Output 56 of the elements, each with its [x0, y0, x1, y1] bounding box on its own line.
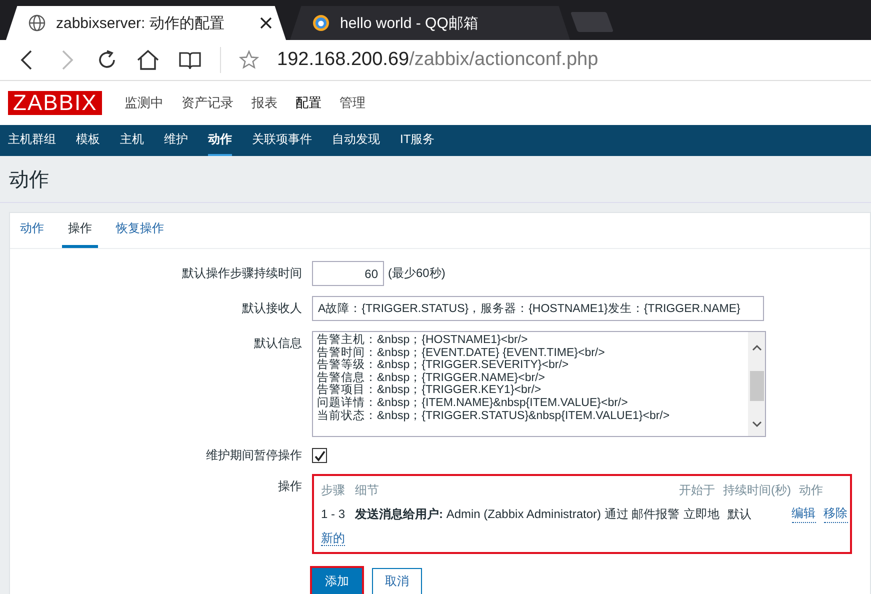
table-cell-text: 默认	[728, 506, 753, 522]
submenu-item[interactable]: 动作	[208, 125, 232, 156]
mail-logo-icon	[312, 14, 330, 32]
column-header: 持续时间(秒)	[723, 482, 792, 499]
form-tab[interactable]: 操作	[62, 213, 98, 248]
menu-item[interactable]: 管理	[339, 94, 366, 112]
globe-icon	[28, 14, 46, 32]
table-cell: 发送消息给用户: Admin (Zabbix Administrator) 通过 邮件报警	[355, 506, 680, 522]
menu-item[interactable]: 监测中	[124, 94, 164, 112]
form-button[interactable]: 取消	[372, 568, 422, 594]
browser-tab[interactable]: hello world - QQ邮箱	[290, 6, 570, 40]
new-operation-link[interactable]: 新的	[321, 531, 345, 546]
column-header: 步骤	[321, 482, 346, 499]
form-button[interactable]: 添加	[312, 568, 362, 594]
pause-checkbox[interactable]	[312, 448, 327, 463]
table-cell-text: 立即地	[684, 506, 721, 522]
scrollbar[interactable]	[748, 332, 765, 436]
zabbix-logo[interactable]: ZABBIX	[8, 91, 102, 115]
close-icon[interactable]	[260, 17, 272, 29]
submenu-item[interactable]: 主机群组	[8, 125, 56, 156]
scrollbar-thumb[interactable]	[750, 371, 764, 401]
field-label: 维护期间暂停操作	[205, 447, 302, 464]
form-tab[interactable]: 动作	[20, 213, 44, 248]
field-label: 操作	[277, 478, 302, 495]
form-tab[interactable]: 恢复操作	[116, 213, 164, 248]
submenu-item[interactable]: 模板	[76, 125, 100, 156]
field-label: 默认信息	[253, 335, 302, 352]
star-icon[interactable]	[239, 50, 259, 70]
subject-input[interactable]: A故障：{TRIGGER.STATUS}，服务器：{HOSTNAME1}发生：{TRIGGER.NAME}	[312, 296, 764, 321]
browser-tab[interactable]: zabbixserver: 动作的配置	[6, 6, 286, 40]
column-header: 开始于	[679, 482, 716, 499]
menu-item[interactable]: 报表	[251, 94, 278, 112]
table-cell-text: 1 - 3	[321, 507, 346, 521]
submenu-item[interactable]: 自动发现	[332, 125, 380, 156]
submenu-item[interactable]: 关联项事件	[252, 125, 312, 156]
column-header: 动作	[799, 482, 824, 499]
submenu-item[interactable]: IT服务	[400, 125, 435, 156]
field-label: 默认接收人	[241, 300, 302, 317]
menu-item[interactable]: 资产记录	[181, 94, 234, 112]
action-link[interactable]: 移除	[824, 505, 848, 523]
hint-text: (最少60秒)	[388, 265, 446, 282]
column-header: 细节	[355, 482, 380, 499]
submenu-item[interactable]: 维护	[164, 125, 188, 156]
page-title: 动作	[9, 168, 49, 192]
submenu-item[interactable]: 主机	[120, 125, 144, 156]
book-icon[interactable]	[178, 49, 202, 71]
scroll-up-icon[interactable]	[752, 344, 762, 352]
reload-icon[interactable]	[96, 49, 118, 71]
menu-item[interactable]: 配置	[295, 94, 322, 112]
scroll-down-icon[interactable]	[752, 420, 762, 428]
field-label: 默认操作步骤持续时间	[181, 265, 302, 282]
url-text[interactable]: 192.168.200.69/zabbix/actionconf.php	[277, 49, 598, 71]
duration-input[interactable]: 60	[312, 261, 384, 286]
action-link[interactable]: 编辑	[792, 505, 816, 523]
message-textarea[interactable]: 告警主机：&nbsp；{HOSTNAME1}<br/> 告警时间：&nbsp；{EVENT.DATE} {EVENT.TIME}<br/> 告警等级：&nbsp；{TRIGGER.SEVERITY}<br/> 告警信息：&nbsp；{TRIGGER.NAME}<br/> 告警项目：&nbsp；{TRIGGER.KEY1}<br/> 问题详情：&nbsp；{ITEM.NAME}&nbsp{ITEM.VALUE}<br/> 当前状态：&nbsp；{TRIGGER.STATUS}&nbsp{ITEM.VALUE1}<br/>	[312, 331, 766, 437]
home-icon[interactable]	[136, 49, 160, 71]
